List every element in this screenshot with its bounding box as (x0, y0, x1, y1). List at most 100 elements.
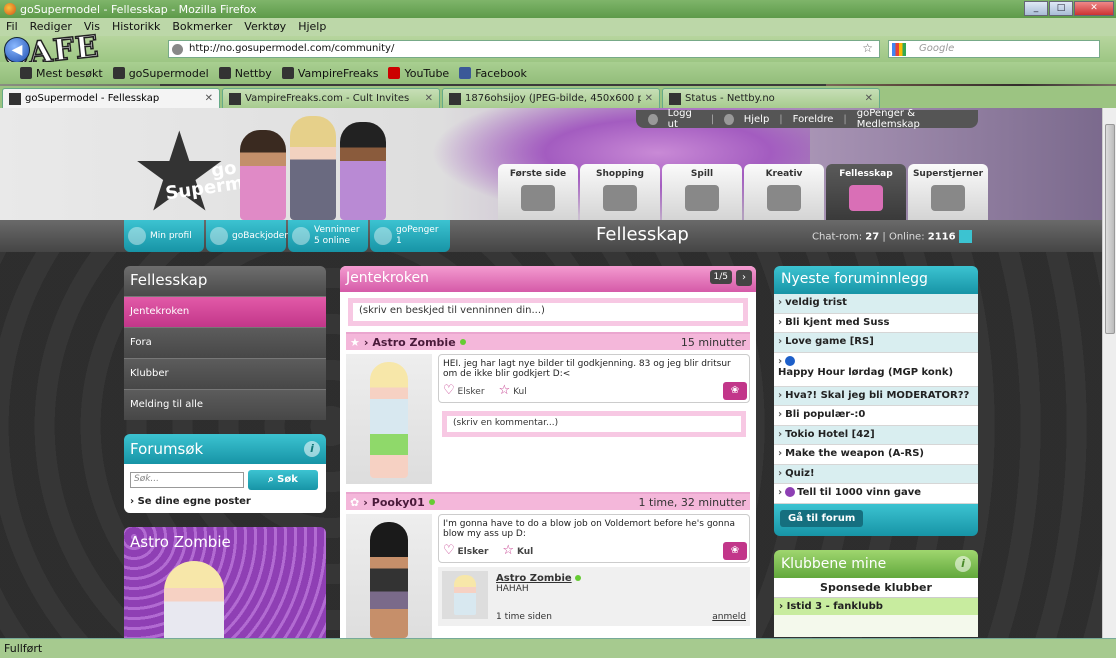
my-profile-button[interactable]: Min profil (124, 220, 204, 252)
forum-post-item[interactable]: › Love game [RS] (774, 333, 978, 353)
go-to-forum-button[interactable]: Gå til forum (780, 509, 864, 527)
tab-vampirefreaks[interactable]: VampireFreaks.com - Cult Invites ✕ (222, 88, 440, 108)
reply-user[interactable]: Astro Zombie (496, 573, 572, 584)
close-tab-icon[interactable]: ✕ (645, 93, 653, 104)
menu-help[interactable]: Hjelp (298, 20, 326, 34)
separator: | (779, 113, 783, 125)
close-tab-icon[interactable]: ✕ (425, 93, 433, 104)
nav-superstars[interactable]: Superstjerner (908, 164, 988, 220)
reply-avatar[interactable] (442, 571, 488, 619)
forum-post-item[interactable]: › Tokio Hotel [42] (774, 425, 978, 445)
bookmark-most-visited[interactable]: Mest besøkt (20, 67, 103, 80)
forum-search-title: Forumsøk (130, 440, 204, 458)
nav-games[interactable]: Spill (662, 164, 742, 220)
bookmark-vampirefreaks[interactable]: VampireFreaks (281, 67, 378, 80)
tab-nettby[interactable]: Status - Nettby.no ✕ (662, 88, 880, 108)
forum-post-label: Bli populær-:0 (785, 409, 866, 420)
logout-link[interactable]: Logg ut (668, 108, 701, 130)
close-window-button[interactable]: ✕ (1074, 1, 1114, 16)
like-button[interactable]: ♡ Elsker (443, 383, 485, 398)
parents-link[interactable]: Foreldre (793, 114, 834, 125)
like-button[interactable]: ♡ Elsker (443, 543, 488, 558)
sidebar-item-klubber[interactable]: Klubber (124, 358, 326, 389)
forum-post-item[interactable]: › Happy Hour lørdag (MGP konk) (774, 353, 978, 387)
search-bar[interactable]: Google (888, 40, 1100, 58)
post-user[interactable]: Astro Zombie (372, 336, 455, 349)
menu-bookmarks[interactable]: Bokmerker (172, 20, 232, 34)
forum-post-item[interactable]: › Bli kjent med Suss (774, 314, 978, 333)
nav-community[interactable]: Fellesskap (826, 164, 906, 220)
search-icon[interactable] (958, 230, 972, 243)
chat-count: 27 (865, 231, 880, 243)
bookmark-youtube[interactable]: YouTube (388, 67, 449, 80)
sidebar-item-message-all[interactable]: Melding til alle (124, 389, 326, 420)
info-icon[interactable]: i (304, 441, 320, 457)
gosupermodel-logo[interactable]: ★ go Supermodel (130, 117, 288, 227)
scrollbar-thumb[interactable] (1105, 124, 1115, 334)
bookmark-gosupermodel[interactable]: goSupermodel (112, 67, 209, 80)
forum-post-item[interactable]: › Hva?! Skal jeg bli MODERATOR?? (774, 386, 978, 406)
close-tab-icon[interactable]: ✕ (865, 93, 873, 104)
badge-icon (785, 355, 796, 366)
forum-search-input[interactable]: Søk... (130, 472, 244, 488)
nav-shopping[interactable]: Shopping (580, 164, 660, 220)
back-button[interactable]: ◀ (4, 37, 30, 63)
cool-button[interactable]: ☆ Kul (502, 543, 533, 558)
tab-jpeg[interactable]: 1876ohsijoy (JPEG-bilde, 450x600 p... ✕ (442, 88, 660, 108)
top-links: Logg ut | Hjelp | Foreldre | goPenger & … (636, 108, 978, 130)
sidebar-item-fora[interactable]: Fora (124, 327, 326, 358)
maximize-button[interactable]: □ (1049, 1, 1073, 16)
info-icon[interactable]: i (955, 555, 971, 572)
membership-link[interactable]: goPenger & Medlemskap (857, 108, 966, 130)
tab-gosupermodel[interactable]: goSupermodel - Fellesskap ✕ (2, 88, 220, 108)
next-page-button[interactable]: › (736, 270, 752, 286)
quick-label-sub: 1 (396, 236, 402, 246)
cool-button[interactable]: ☆ Kul (499, 383, 527, 398)
post-user[interactable]: Pooky01 (372, 496, 425, 509)
messages-button[interactable]: goBackjoder (206, 220, 288, 252)
post-avatar[interactable] (346, 514, 432, 638)
forum-post-item[interactable]: › Bli populær-:0 (774, 406, 978, 426)
forum-post-item[interactable]: › Tell til 1000 vinn gave (774, 484, 978, 504)
forum-post-item[interactable]: › Make the weapon (A-RS) (774, 445, 978, 465)
nav-creative[interactable]: Kreativ (744, 164, 824, 220)
post-content: HEI. jeg har lagt nye bilder til godkjen… (438, 354, 750, 484)
report-link[interactable]: anmeld (712, 612, 746, 622)
chevron-icon: › (778, 428, 783, 440)
help-link[interactable]: Hjelp (744, 114, 770, 125)
own-posts-link[interactable]: › Se dine egne poster (130, 496, 320, 507)
forum-search-button[interactable]: ⌕ Søk (248, 470, 318, 490)
bookmark-icon (112, 67, 125, 79)
bookmark-nettby[interactable]: Nettby (218, 67, 272, 80)
menu-history[interactable]: Historikk (112, 20, 160, 34)
my-clubs-title: Klubbene mine (781, 555, 887, 572)
menu-tools[interactable]: Verktøy (244, 20, 286, 34)
gopenger-button[interactable]: goPenger 1 (370, 220, 450, 252)
firefox-icon (4, 3, 16, 15)
nav-first-page[interactable]: Første side (498, 164, 578, 220)
quick-links: Min profil goBackjoder Venninner 5 online… (124, 220, 450, 252)
profile-name[interactable]: Astro Zombie (124, 527, 326, 557)
post-avatar[interactable] (346, 354, 432, 484)
logout-icon (648, 113, 658, 125)
jentekroken-panel: Jentekroken 1/5 › (skriv en beskjed til … (340, 266, 756, 638)
forum-post-label: veldig trist (785, 297, 847, 308)
avatar[interactable] (164, 561, 224, 638)
minimize-button[interactable]: _ (1024, 1, 1048, 16)
forum-post-item[interactable]: › veldig trist (774, 294, 978, 314)
gift-icon[interactable]: ❀ (723, 542, 747, 560)
forum-post-item[interactable]: › Quiz! (774, 464, 978, 484)
message-input[interactable]: (skriv en beskjed til venninnen din...) (353, 303, 743, 321)
sidebar-item-jentekroken[interactable]: Jentekroken (124, 296, 326, 327)
bookmark-facebook[interactable]: Facebook (459, 67, 527, 80)
friends-button[interactable]: Venninner 5 online (288, 220, 368, 252)
address-bar[interactable]: http://no.gosupermodel.com/community/ ☆ (168, 40, 880, 58)
gift-icon[interactable]: ❀ (723, 382, 747, 400)
club-item[interactable]: › Istid 3 - fanklubb (774, 597, 978, 615)
menu-file[interactable]: Fil (6, 20, 18, 34)
close-tab-icon[interactable]: ✕ (205, 93, 213, 104)
vertical-scrollbar[interactable] (1102, 108, 1116, 638)
bookmark-star-icon[interactable]: ☆ (862, 41, 873, 55)
comment-input[interactable]: (skriv en kommentar...) (447, 416, 741, 432)
heart-icon (292, 227, 310, 245)
